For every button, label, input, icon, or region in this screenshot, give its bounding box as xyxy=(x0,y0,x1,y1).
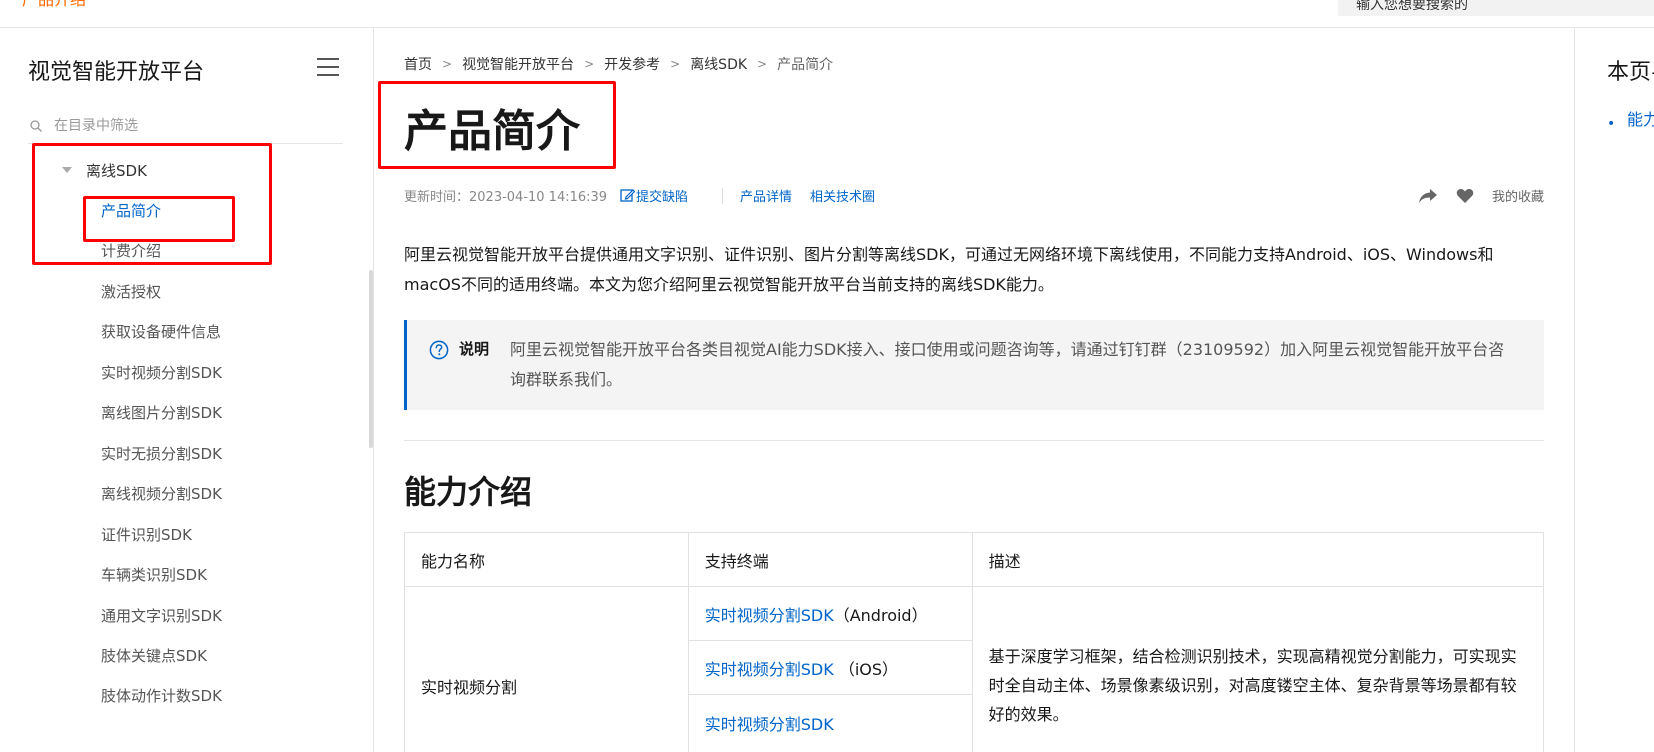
sidebar-item-body-keypoint[interactable]: 肢体关键点SDK xyxy=(101,644,207,668)
terminal-suffix: （Android） xyxy=(833,605,928,625)
capability-table: 能力名称 支持终端 描述 实时视频分割 实时视频分割SDK（Android） 基… xyxy=(404,532,1545,752)
sidebar-item-body-action-count[interactable]: 肢体动作计数SDK xyxy=(101,684,222,708)
sidebar-group-offline-sdk[interactable]: 离线SDK xyxy=(62,158,147,182)
chevron-right-icon: > xyxy=(757,57,768,71)
terminal-link[interactable]: 实时视频分割SDK xyxy=(705,606,834,625)
section-divider xyxy=(404,440,1544,441)
product-detail-link[interactable]: 产品详情 xyxy=(740,186,792,205)
search-icon xyxy=(30,120,42,132)
edit-icon xyxy=(620,189,635,202)
sidebar-title: 视觉智能开放平台 xyxy=(28,60,205,85)
bullet-icon: • xyxy=(1607,116,1616,132)
terminal-link[interactable]: 实时视频分割SDK xyxy=(705,715,834,734)
table-header: 能力名称 xyxy=(404,532,689,587)
breadcrumb-dev-ref[interactable]: 开发参考 xyxy=(604,54,660,74)
description-cell: 基于深度学习框架，结合检测识别技术，实现高精视觉分割能力，可实现实时全自动主体、… xyxy=(971,586,1545,752)
breadcrumb-platform[interactable]: 视觉智能开放平台 xyxy=(462,54,574,74)
intro-paragraph: 阿里云视觉智能开放平台提供通用文字识别、证件识别、图片分割等离线SDK，可通过无… xyxy=(404,245,1494,294)
sidebar-item-realtime-lossless-seg[interactable]: 实时无损分割SDK xyxy=(101,442,222,466)
sidebar-item-offline-video-seg[interactable]: 离线视频分割SDK xyxy=(101,482,222,506)
sidebar-item-realtime-video-seg[interactable]: 实时视频分割SDK xyxy=(101,361,222,385)
sidebar-item-billing[interactable]: 计费介绍 xyxy=(101,239,161,263)
sidebar-filter-input[interactable] xyxy=(54,114,334,138)
terminal-cell: 实时视频分割SDK xyxy=(687,694,973,752)
sidebar-item-activation[interactable]: 激活授权 xyxy=(101,280,161,304)
report-issue-link[interactable]: 提交缺陷 xyxy=(636,186,688,205)
toc-item-capabilities[interactable]: 能力介绍 xyxy=(1627,106,1654,130)
sidebar-item-vehicle[interactable]: 车辆类识别SDK xyxy=(101,563,207,587)
section-title-capabilities: 能力介绍 xyxy=(404,473,533,511)
top-brand-text[interactable]: 产品介绍 xyxy=(22,0,86,8)
sidebar-item-ocr[interactable]: 通用文字识别SDK xyxy=(101,604,222,628)
page-meta: 更新时间：2023-04-10 14:16:39 提交缺陷 产品详情 相关技术圈… xyxy=(404,186,1544,206)
chevron-right-icon: > xyxy=(584,57,595,71)
share-icon[interactable] xyxy=(1418,188,1438,204)
note-text: 阿里云视觉智能开放平台各类目视觉AI能力SDK接入、接口使用或问题咨询等，请通过… xyxy=(510,340,1505,389)
tech-circle-link[interactable]: 相关技术圈 xyxy=(810,186,875,205)
breadcrumb-home[interactable]: 首页 xyxy=(404,54,432,74)
terminal-suffix: （iOS） xyxy=(838,659,899,679)
heart-icon[interactable] xyxy=(1456,188,1474,204)
caret-down-icon xyxy=(62,167,72,173)
sidebar-item-id-card[interactable]: 证件识别SDK xyxy=(101,523,192,547)
sidebar-scrollbar[interactable] xyxy=(369,270,373,448)
sidebar-item-device-info[interactable]: 获取设备硬件信息 xyxy=(101,320,221,344)
top-bar: 产品介绍 输入您想要搜索的 xyxy=(0,0,1654,28)
sidebar-item-product-intro[interactable]: 产品简介 xyxy=(101,199,161,223)
terminal-cell: 实时视频分割SDK（Android） xyxy=(687,586,973,641)
help-circle-icon xyxy=(429,340,449,360)
sidebar: 视觉智能开放平台 离线SDK 产品简介 计费介绍 激活授权 获取设备硬件信息 实… xyxy=(0,28,374,752)
table-row: 实时视频分割 实时视频分割SDK（Android） 基于深度学习框架，结合检测识… xyxy=(404,586,1545,752)
capability-name-cell: 实时视频分割 xyxy=(404,586,689,752)
meta-actions: 我的收藏 xyxy=(1418,186,1544,205)
table-of-contents: 本页导读 • 能力介绍 xyxy=(1574,28,1654,752)
breadcrumb-current: 产品简介 xyxy=(777,57,834,73)
main-content: 首页 > 视觉智能开放平台 > 开发参考 > 离线SDK > 产品简介 产品简介… xyxy=(404,28,1545,752)
chevron-right-icon: > xyxy=(442,57,453,71)
note-label: 说明 xyxy=(459,340,490,358)
chevron-right-icon: > xyxy=(670,57,681,71)
meta-divider xyxy=(722,188,723,204)
top-search-text: 输入您想要搜索的 xyxy=(1356,0,1468,13)
favorites-link[interactable]: 我的收藏 xyxy=(1492,186,1544,205)
page-title: 产品简介 xyxy=(404,106,580,157)
toc-title: 本页导读 xyxy=(1607,60,1654,85)
menu-icon[interactable] xyxy=(317,58,339,76)
breadcrumb: 首页 > 视觉智能开放平台 > 开发参考 > 离线SDK > 产品简介 xyxy=(404,54,833,74)
table-header: 描述 xyxy=(971,532,1545,587)
update-time: 更新时间：2023-04-10 14:16:39 xyxy=(404,190,608,205)
table-header-row: 能力名称 支持终端 描述 xyxy=(404,532,1545,587)
table-header: 支持终端 xyxy=(687,532,973,587)
terminal-link[interactable]: 实时视频分割SDK xyxy=(705,660,834,679)
breadcrumb-offline-sdk[interactable]: 离线SDK xyxy=(690,54,747,74)
terminal-cell: 实时视频分割SDK （iOS） xyxy=(687,640,973,695)
sidebar-group-label: 离线SDK xyxy=(86,161,147,180)
sidebar-filter xyxy=(28,112,343,144)
sidebar-item-offline-image-seg[interactable]: 离线图片分割SDK xyxy=(101,401,222,425)
top-search-box[interactable]: 输入您想要搜索的 xyxy=(1338,0,1654,16)
note-box: 说明 阿里云视觉智能开放平台各类目视觉AI能力SDK接入、接口使用或问题咨询等，… xyxy=(404,320,1544,410)
